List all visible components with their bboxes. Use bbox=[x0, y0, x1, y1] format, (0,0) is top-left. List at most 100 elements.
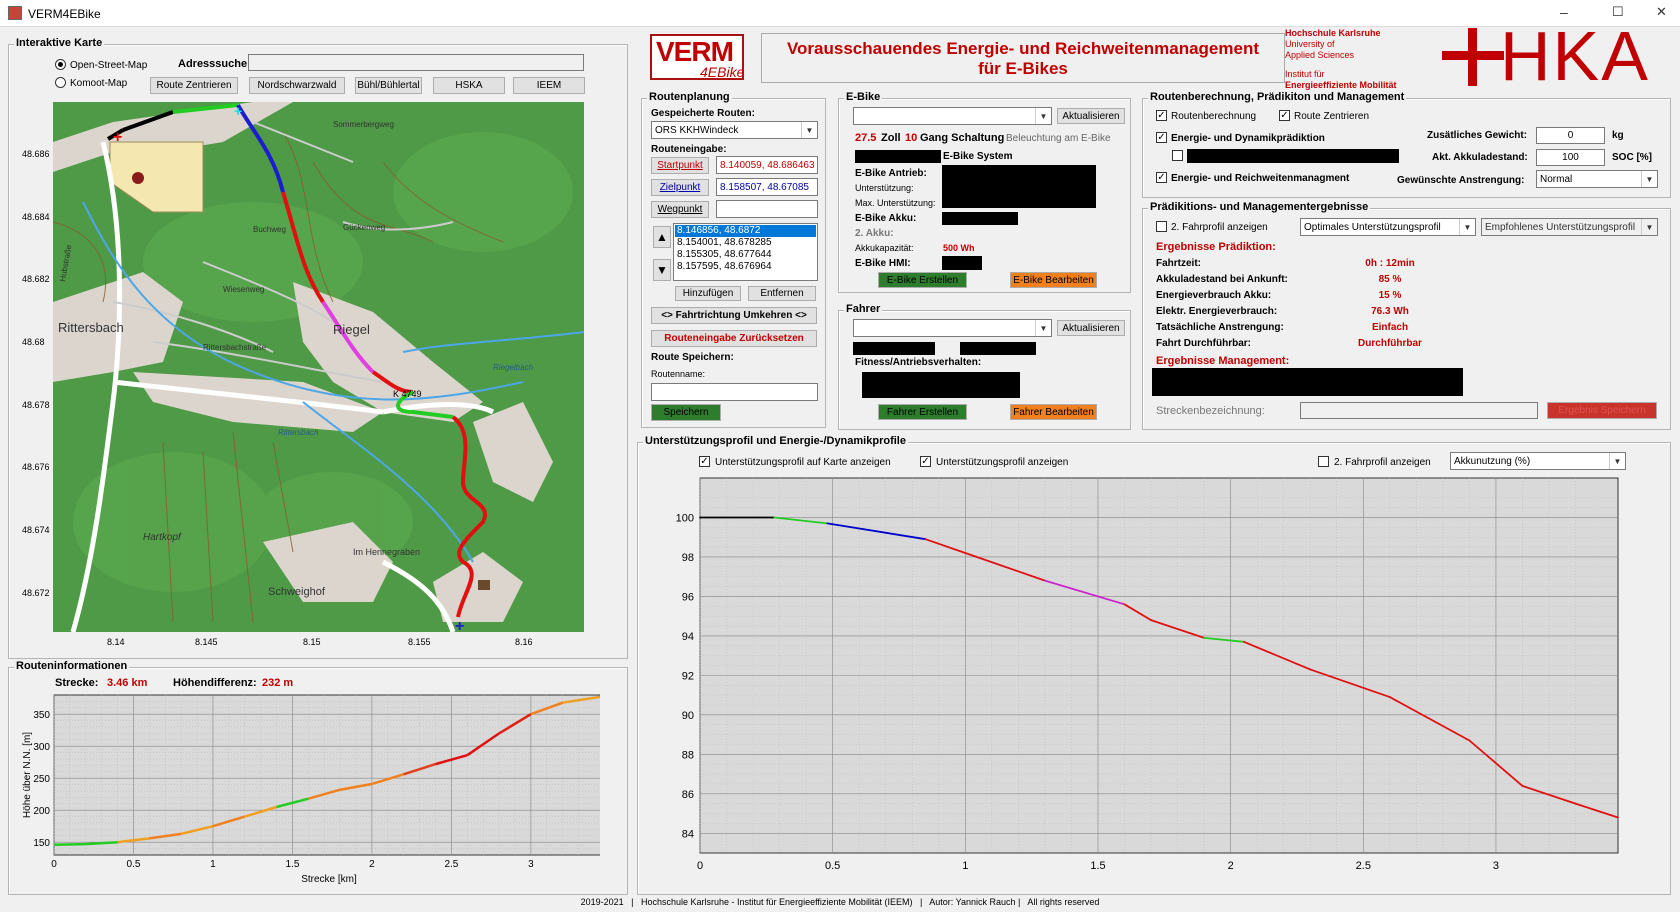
recommended-profile-value: Empfohlenes Unterstützungsprofil bbox=[1485, 221, 1636, 233]
start-point-input[interactable]: 8.140059, 48.686463 bbox=[716, 156, 818, 174]
ebike-battery2-label: 2. Akku: bbox=[855, 228, 894, 239]
ieem-button[interactable]: IEEM bbox=[513, 77, 585, 94]
soc-input[interactable]: 100 bbox=[1536, 149, 1605, 166]
saved-routes-select[interactable]: ORS KKHWindeck ▼ bbox=[651, 121, 818, 139]
header-title-box: Vorausschauendes Energie- und Reichweite… bbox=[761, 33, 1285, 83]
hska-button[interactable]: HSKA bbox=[433, 77, 505, 94]
list-item[interactable]: 8.146856, 48.6872 bbox=[675, 225, 816, 237]
x-tick-label: 2.5 bbox=[1356, 860, 1371, 872]
y-tick-label: 100 bbox=[676, 512, 694, 524]
map-y-tick: 48.682 bbox=[22, 274, 50, 284]
ebike-create-button[interactable]: E-Bike Erstellen bbox=[878, 272, 967, 288]
rider-edit-button[interactable]: Fahrer Bearbeiten bbox=[1010, 404, 1097, 420]
header-title-line1: Vorausschauendes Energie- und Reichweite… bbox=[786, 39, 1260, 58]
elevation-chart: 0 0.5 1 1.5 2 2.5 3 350 300 250 200 150 Strecke [km]… bbox=[22, 694, 600, 885]
routing-checkbox[interactable]: ✓ bbox=[1156, 110, 1167, 121]
list-item[interactable]: 8.155305, 48.677644 bbox=[675, 249, 816, 261]
ebike-refresh-button[interactable]: Aktualisieren bbox=[1057, 108, 1125, 124]
reset-route-button[interactable]: Routeneingabe Zurücksetzen bbox=[651, 330, 817, 347]
map-label-schweighof: Schweighof bbox=[268, 586, 326, 598]
start-point-button[interactable]: Startpunkt bbox=[651, 157, 709, 174]
rider-title: Fahrer bbox=[844, 303, 883, 315]
waypoint-input[interactable] bbox=[716, 200, 818, 218]
ebike-select[interactable]: ▼ bbox=[853, 107, 1052, 125]
rider-refresh-button[interactable]: Aktualisieren bbox=[1057, 320, 1125, 336]
map-view[interactable]: K 4749 Rittersbach Riegel Schweighof Im … bbox=[53, 102, 584, 632]
ebike-title: E-Bike bbox=[844, 91, 883, 103]
save-route-label: Route Speichern: bbox=[651, 352, 734, 363]
ebike-hmi-label: E-Bike HMI: bbox=[855, 258, 911, 269]
nordschwarzwald-button[interactable]: Nordschwarzwald bbox=[249, 77, 345, 94]
saved-routes-value: ORS KKHWindeck bbox=[655, 124, 739, 136]
y-axis-label: Höhe über N.N. [m] bbox=[22, 732, 33, 818]
move-down-button[interactable]: ▼ bbox=[653, 259, 671, 281]
close-icon[interactable]: ✕ bbox=[1656, 4, 1667, 20]
recommended-profile-select[interactable]: Empfohlenes Unterstützungsprofil ▼ bbox=[1481, 218, 1658, 236]
optimal-profile-select[interactable]: Optimales Unterstützungsprofil ▼ bbox=[1300, 218, 1476, 236]
title-bar: VERM4EBike – ☐ ✕ bbox=[0, 0, 1680, 27]
end-point-input[interactable]: 8.158507, 48.67085 bbox=[716, 178, 818, 196]
address-input[interactable] bbox=[248, 54, 584, 71]
weight-input[interactable]: 0 bbox=[1536, 127, 1605, 144]
x-tick-label: 2 bbox=[1228, 860, 1234, 872]
buehl-button[interactable]: Bühl/Bühlertal bbox=[355, 77, 422, 94]
add-waypoint-button[interactable]: Hinzufügen bbox=[675, 286, 741, 301]
soc-chart: 0 0.5 1 1.5 2 2.5 3 100 98 96 94 92 90 88 86 84 bbox=[676, 477, 1619, 872]
result-value: Einfach bbox=[1371, 322, 1409, 333]
route-name-input[interactable] bbox=[651, 383, 818, 401]
result-value: 15 % bbox=[1378, 290, 1402, 301]
result-label: Elektr. Energieverbrauch: bbox=[1156, 306, 1278, 317]
chevron-down-icon: ▼ bbox=[1641, 171, 1657, 187]
chevron-down-icon: ▼ bbox=[1035, 320, 1051, 336]
rider-create-button[interactable]: Fahrer Erstellen bbox=[878, 404, 967, 420]
ebike-drive-label: E-Bike Antrieb: bbox=[855, 168, 927, 179]
save-route-button[interactable]: Speichern bbox=[651, 404, 721, 421]
track-name-input[interactable] bbox=[1300, 402, 1538, 419]
profile-map-checkbox[interactable]: ✓ bbox=[699, 456, 710, 467]
reverse-route-button[interactable]: <> Fahrtrichtung Umkehren <> bbox=[651, 307, 817, 324]
map-label-gueckenweg: Gückenweg bbox=[343, 223, 385, 232]
verm-logo: VERM 4EBike bbox=[650, 34, 744, 80]
chevron-down-icon: ▼ bbox=[1035, 108, 1051, 124]
save-result-button[interactable]: Ergebnis Speichern bbox=[1547, 402, 1657, 419]
end-point-button[interactable]: Zielpunkt bbox=[651, 179, 709, 196]
radio-komoot-label: Komoot-Map bbox=[70, 78, 128, 89]
redacted-block bbox=[853, 342, 935, 355]
height-value: 232 m bbox=[262, 677, 294, 689]
hs-line5: Energieeffiziente Mobilität bbox=[1285, 80, 1397, 90]
profile-metric-select[interactable]: Akkunutzung (%) ▼ bbox=[1450, 452, 1626, 470]
map-label-rittersbachstr: Rittersbachstraße bbox=[203, 343, 267, 352]
x-axis-label: Strecke [km] bbox=[301, 874, 357, 885]
x-tick-label: 1 bbox=[962, 860, 968, 872]
radio-komoot[interactable] bbox=[55, 77, 66, 88]
waypoint-list[interactable]: 8.146856, 48.6872 8.154001, 48.678285 8.… bbox=[673, 223, 818, 281]
profile2-checkbox[interactable] bbox=[1156, 221, 1167, 232]
profile-show-checkbox[interactable]: ✓ bbox=[920, 456, 931, 467]
profile2-show-checkbox[interactable] bbox=[1318, 456, 1329, 467]
route-input-label: Routeneingabe: bbox=[651, 144, 727, 155]
extra-checkbox[interactable] bbox=[1172, 150, 1183, 161]
management-checkbox[interactable]: ✓ bbox=[1156, 172, 1167, 183]
prediction-checkbox[interactable]: ✓ bbox=[1156, 132, 1167, 143]
remove-waypoint-button[interactable]: Entfernen bbox=[748, 286, 816, 301]
hs-line2: University of bbox=[1285, 39, 1335, 49]
list-item[interactable]: 8.157595, 48.676964 bbox=[675, 261, 816, 273]
routing-checkbox-label: Routenberechnung bbox=[1171, 111, 1257, 122]
map-x-tick: 8.16 bbox=[515, 637, 533, 647]
x-tick-label: 0 bbox=[697, 860, 703, 872]
management-results-title: Ergebnisse Management: bbox=[1156, 355, 1290, 367]
y-tick-label: 88 bbox=[682, 749, 694, 761]
move-up-button[interactable]: ▲ bbox=[653, 226, 671, 248]
rider-select[interactable]: ▼ bbox=[853, 319, 1052, 337]
effort-select[interactable]: Normal ▼ bbox=[1536, 170, 1658, 188]
ebike-edit-button[interactable]: E-Bike Bearbeiten bbox=[1010, 272, 1097, 288]
waypoint-button[interactable]: Wegpunkt bbox=[651, 201, 709, 218]
route-center-button[interactable]: Route Zentrieren bbox=[150, 77, 238, 94]
radio-osm[interactable] bbox=[55, 59, 66, 70]
result-label: Fahrt Durchführbar: bbox=[1156, 338, 1251, 349]
elevation-line-segment bbox=[53, 842, 86, 847]
y-tick-label: 200 bbox=[33, 806, 50, 817]
list-item[interactable]: 8.154001, 48.678285 bbox=[675, 237, 816, 249]
center-checkbox[interactable]: ✓ bbox=[1279, 110, 1290, 121]
map-label-k4749: K 4749 bbox=[393, 389, 422, 399]
